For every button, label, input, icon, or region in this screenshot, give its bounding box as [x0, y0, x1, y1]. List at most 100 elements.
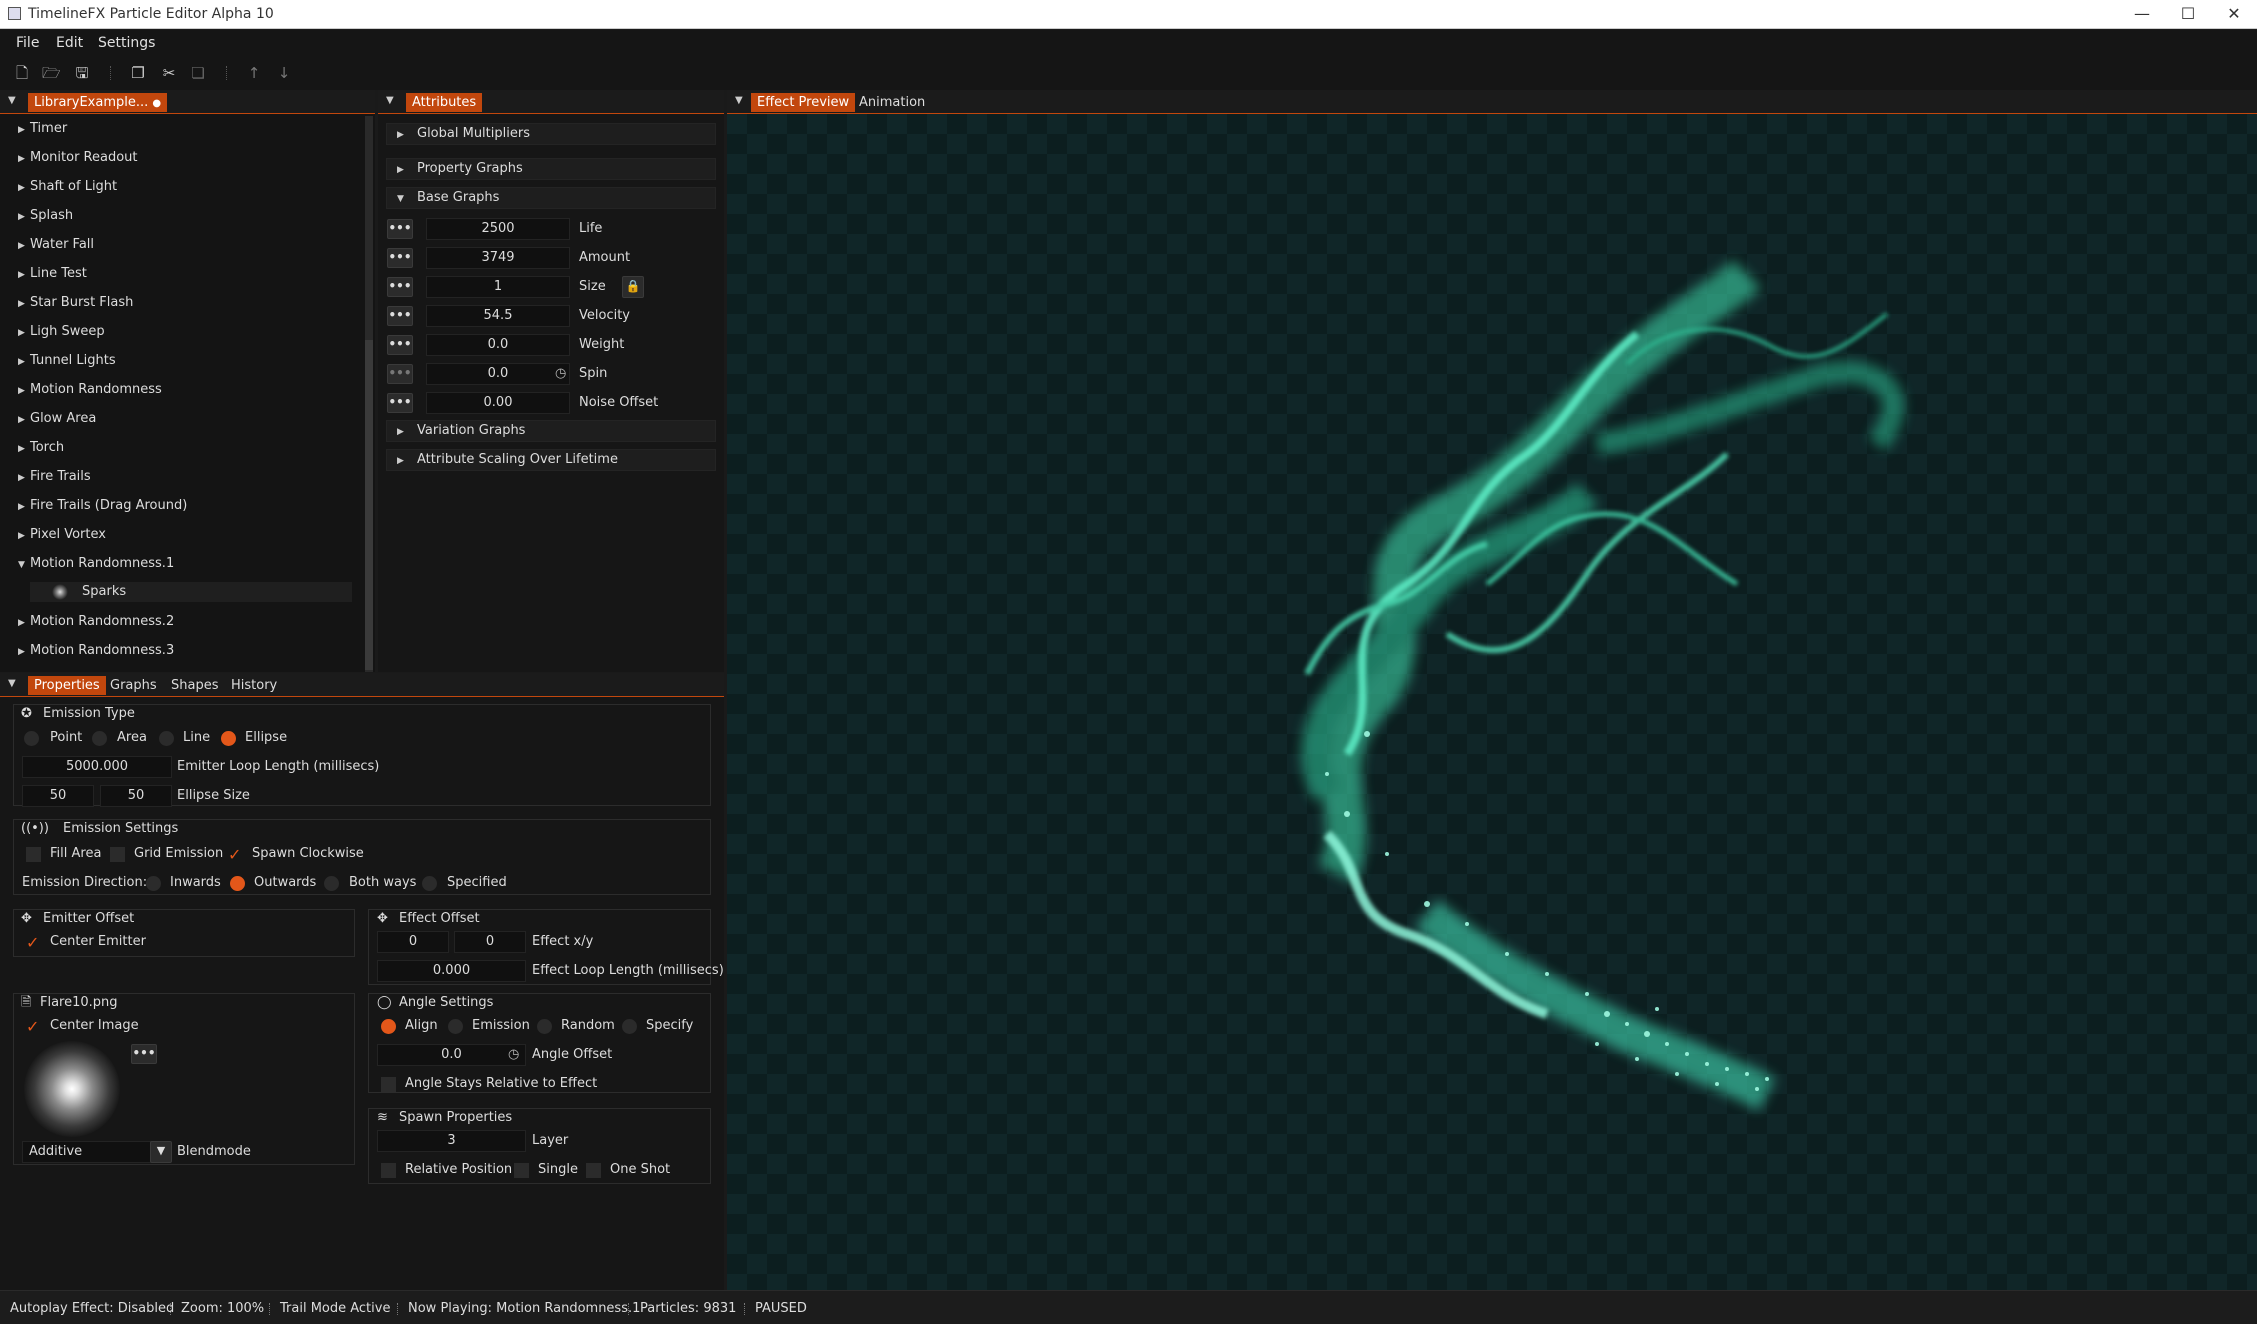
life-input[interactable]: 2500 [426, 218, 570, 240]
center-emitter-checkbox[interactable]: ✓ [26, 935, 41, 951]
tree-item[interactable]: ▶ Splash [18, 206, 73, 226]
minimize-button[interactable]: — [2119, 0, 2165, 29]
layer-input[interactable]: 3 [377, 1130, 526, 1152]
tree-item[interactable]: ▶ Torch [18, 438, 64, 458]
tree-item-selected[interactable]: Sparks [30, 582, 352, 602]
tree-item[interactable]: ▶ Monitor Readout [18, 148, 138, 168]
size-input[interactable]: 1 [426, 276, 570, 298]
ellipse-height-input[interactable]: 50 [100, 785, 172, 807]
tree-item[interactable]: ▶ Pixel Vortex [18, 525, 106, 545]
angle-relative-checkbox[interactable] [381, 1077, 396, 1092]
radio-align[interactable] [381, 1019, 396, 1034]
graph-button[interactable]: ••• [387, 277, 413, 297]
tab-library[interactable]: LibraryExample... ● [28, 93, 168, 112]
menu-edit[interactable]: Edit [56, 35, 83, 51]
library-scroll-thumb[interactable] [365, 340, 373, 670]
tree-item[interactable]: ▼ Motion Randomness.1 [18, 554, 174, 574]
tree-item[interactable]: ▶ Timer [18, 119, 67, 139]
spin-input[interactable]: 0.0 [426, 363, 570, 385]
tab-properties[interactable]: Properties [28, 676, 106, 695]
tree-item[interactable]: ▶ Motion Randomness [18, 380, 162, 400]
noise-offset-input[interactable]: 0.00 [426, 392, 570, 414]
velocity-input[interactable]: 54.5 [426, 305, 570, 327]
graph-button[interactable]: ••• [387, 219, 413, 239]
effect-preview-canvas[interactable] [727, 114, 2257, 1290]
panel-collapse-icon[interactable]: ▼ [8, 678, 20, 690]
section-base-graphs[interactable]: ▼ Base Graphs [386, 187, 716, 209]
tree-item[interactable]: ▶ Line Test [18, 264, 87, 284]
graph-button[interactable]: ••• [387, 335, 413, 355]
panel-collapse-icon[interactable]: ▼ [386, 95, 398, 107]
graph-button[interactable]: ••• [387, 248, 413, 268]
one-shot-checkbox[interactable] [586, 1163, 601, 1178]
relative-position-checkbox[interactable] [381, 1163, 396, 1178]
weight-input[interactable]: 0.0 [426, 334, 570, 356]
close-button[interactable]: ✕ [2211, 0, 2257, 29]
copy-icon[interactable]: ❐ [129, 64, 147, 82]
graph-button[interactable]: ••• [387, 364, 413, 384]
section-global-multipliers[interactable]: ▶ Global Multipliers [386, 123, 716, 145]
save-icon[interactable]: 🖫 [73, 64, 91, 82]
paste-icon[interactable]: ❏ [189, 64, 207, 82]
tab-animation[interactable]: Animation [853, 93, 931, 112]
new-file-icon[interactable]: 🗋 [13, 64, 31, 82]
center-image-checkbox[interactable]: ✓ [26, 1019, 41, 1035]
radio-random[interactable] [537, 1019, 552, 1034]
panel-collapse-icon[interactable]: ▼ [735, 95, 747, 107]
radio-point[interactable] [24, 731, 39, 746]
radio-specified[interactable] [422, 876, 437, 891]
tab-graphs[interactable]: Graphs [104, 676, 163, 695]
tab-effect-preview[interactable]: Effect Preview [751, 93, 856, 112]
cut-icon[interactable]: ✂ [160, 64, 178, 82]
lock-icon[interactable]: 🔒 [622, 276, 644, 298]
open-folder-icon[interactable]: 🗁 [42, 64, 61, 82]
ellipse-width-input[interactable]: 50 [22, 785, 94, 807]
tree-item[interactable]: ▶ Fire Trails (Drag Around) [18, 496, 187, 516]
chevron-down-icon[interactable]: ▼ [150, 1141, 172, 1163]
tree-item[interactable]: ▶ Fire Trails [18, 467, 91, 487]
emitter-loop-input[interactable]: 5000.000 [22, 756, 172, 778]
radio-outwards[interactable] [230, 876, 245, 891]
radio-line[interactable] [159, 731, 174, 746]
image-options-button[interactable]: ••• [131, 1044, 157, 1064]
section-property-graphs[interactable]: ▶ Property Graphs [386, 158, 716, 180]
effect-loop-input[interactable]: 0.000 [377, 960, 526, 982]
tree-item[interactable]: ▶ Water Fall [18, 235, 94, 255]
effect-y-input[interactable]: 0 [454, 931, 526, 953]
amount-input[interactable]: 3749 [426, 247, 570, 269]
tab-shapes[interactable]: Shapes [165, 676, 224, 695]
radio-both-ways[interactable] [324, 876, 339, 891]
fill-area-checkbox[interactable] [26, 847, 41, 862]
tree-item[interactable]: ▶ Motion Randomness.2 [18, 612, 174, 632]
panel-collapse-icon[interactable]: ▼ [8, 95, 20, 107]
move-down-icon[interactable]: ↓ [275, 64, 293, 82]
grid-emission-checkbox[interactable] [110, 847, 125, 862]
tree-item[interactable]: ▶ Star Burst Flash [18, 293, 133, 313]
menu-file[interactable]: File [16, 35, 39, 51]
spawn-clockwise-checkbox[interactable]: ✓ [228, 847, 243, 863]
single-checkbox[interactable] [514, 1163, 529, 1178]
section-variation-graphs[interactable]: ▶ Variation Graphs [386, 420, 716, 442]
graph-button[interactable]: ••• [387, 393, 413, 413]
tree-item[interactable]: ▶ Tunnel Lights [18, 351, 116, 371]
radio-emission[interactable] [448, 1019, 463, 1034]
tree-item[interactable]: ▶ Shaft of Light [18, 177, 117, 197]
blendmode-select[interactable]: Additive [22, 1141, 152, 1163]
angle-offset-input[interactable]: 0.0 [377, 1044, 526, 1066]
radio-ellipse[interactable] [221, 731, 236, 746]
radio-specify[interactable] [622, 1019, 637, 1034]
section-attribute-scaling[interactable]: ▶ Attribute Scaling Over Lifetime [386, 449, 716, 471]
tree-item[interactable]: ▶ Glow Area [18, 409, 96, 429]
tab-attributes[interactable]: Attributes [406, 93, 483, 112]
effect-x-input[interactable]: 0 [377, 931, 449, 953]
graph-button[interactable]: ••• [387, 306, 413, 326]
tree-item[interactable]: ▶ Motion Randomness.3 [18, 641, 174, 661]
tab-history[interactable]: History [225, 676, 283, 695]
tree-item[interactable]: ▶ Ligh Sweep [18, 322, 105, 342]
move-up-icon[interactable]: ↑ [245, 64, 263, 82]
maximize-button[interactable]: ☐ [2165, 0, 2211, 29]
radio-specify-label: Specify [646, 1018, 694, 1033]
menu-settings[interactable]: Settings [98, 35, 155, 51]
radio-area[interactable] [92, 731, 107, 746]
radio-inwards[interactable] [146, 876, 161, 891]
